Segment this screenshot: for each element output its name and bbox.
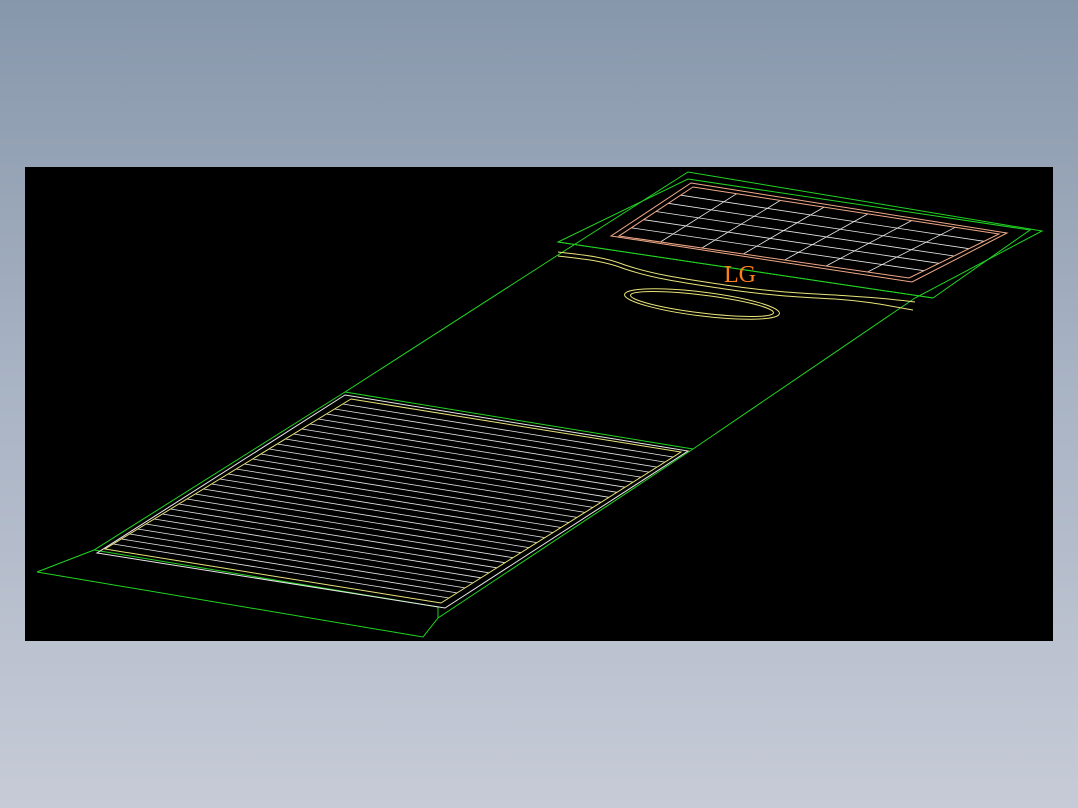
isometric-unit-drawing: LG — [36, 171, 1044, 638]
panel-grid-row-line — [680, 194, 985, 242]
control-panel-outer — [609, 182, 1009, 283]
cad-viewport[interactable]: LG — [25, 167, 1053, 641]
panel-grid-column-line — [825, 220, 912, 267]
panel-grid-column-line — [784, 213, 869, 261]
control-panel-grid — [631, 193, 985, 273]
panel-grid-column-line — [701, 200, 781, 249]
panel-grid-column-line — [743, 206, 825, 255]
grille-top-line — [344, 391, 694, 450]
brand-logo-text: LG — [724, 262, 756, 288]
panel-grid-column-line — [867, 226, 956, 273]
